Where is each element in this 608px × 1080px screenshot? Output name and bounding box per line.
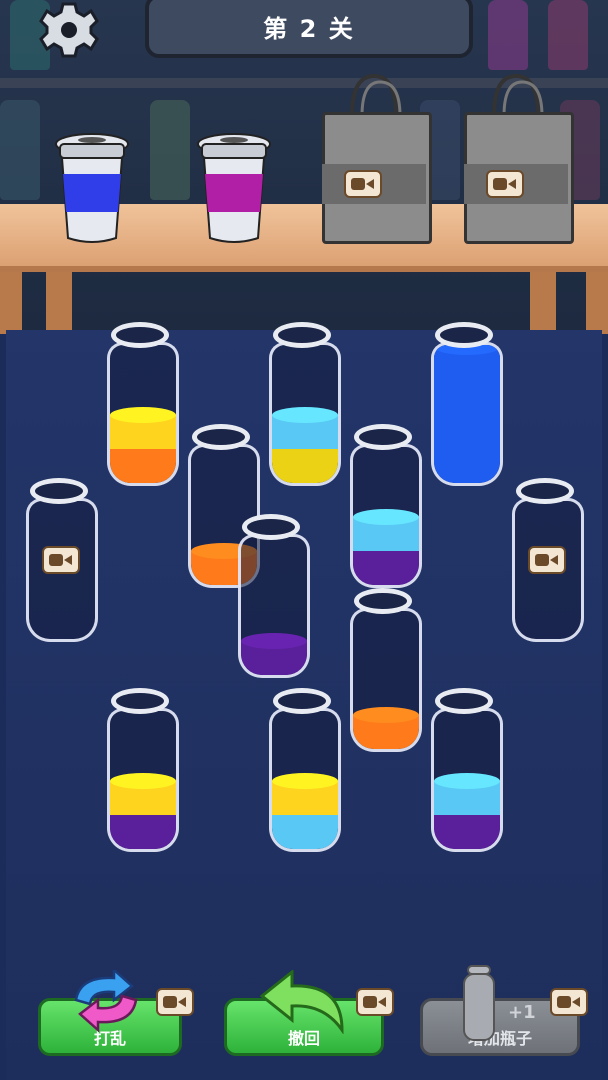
liquid-layer (434, 815, 500, 849)
tube-ring (273, 322, 331, 348)
tube[interactable] (431, 688, 503, 852)
tube-ring (273, 688, 331, 714)
video-camera-icon (156, 988, 194, 1016)
table-leg (0, 272, 22, 334)
liquid-surface (110, 407, 176, 423)
liquid-layer (434, 449, 500, 483)
level-title: 第 2 关 (145, 0, 473, 58)
locked-bag[interactable] (322, 72, 432, 244)
liquid-layer (110, 815, 176, 849)
tube-ring (435, 322, 493, 348)
tube-ring (435, 688, 493, 714)
tube[interactable] (350, 588, 422, 752)
tube-glass (431, 708, 503, 852)
tube-ring (111, 688, 169, 714)
table-leg (530, 272, 556, 334)
video-camera-icon (528, 546, 566, 574)
background-bottle (488, 0, 528, 70)
gear-icon (39, 2, 99, 58)
liquid-layer (434, 381, 500, 415)
liquid-surface (241, 633, 307, 649)
liquid-surface (434, 773, 500, 789)
tube[interactable] (350, 424, 422, 588)
tube-locked[interactable] (512, 478, 584, 642)
tube[interactable] (431, 322, 503, 486)
tube[interactable] (107, 322, 179, 486)
tube-ring (354, 588, 412, 614)
settings-button[interactable] (38, 2, 100, 58)
tube-glass (238, 534, 310, 678)
tube[interactable] (269, 322, 341, 486)
locked-bag[interactable] (464, 72, 574, 244)
background-bottle (548, 0, 588, 70)
tube-glass (431, 342, 503, 486)
video-camera-icon (550, 988, 588, 1016)
cup-blue[interactable] (52, 128, 129, 248)
tube-locked[interactable] (26, 478, 98, 642)
tube-glass (269, 342, 341, 486)
tube-ring (30, 478, 88, 504)
tube[interactable] (238, 514, 310, 678)
tube-ring (242, 514, 300, 540)
liquid-surface (272, 407, 338, 423)
undo-arrow-icon (259, 970, 344, 1034)
liquid-layer (272, 815, 338, 849)
tube-ring (192, 424, 250, 450)
liquid-layer (110, 449, 176, 483)
cup-icon (197, 133, 271, 243)
liquid-layer (353, 551, 419, 585)
video-camera-icon (344, 170, 382, 198)
tube[interactable] (269, 688, 341, 852)
liquid-surface (353, 509, 419, 525)
video-camera-icon (42, 546, 80, 574)
tube[interactable] (107, 688, 179, 852)
tube-ring (354, 424, 412, 450)
liquid-layer (434, 415, 500, 449)
background-bottle (150, 100, 190, 200)
video-camera-icon (356, 988, 394, 1016)
tube-glass (269, 708, 341, 852)
liquid-surface (110, 773, 176, 789)
table-leg (586, 272, 608, 334)
liquid-surface (353, 707, 419, 723)
tube-glass (107, 342, 179, 486)
liquid-layer (272, 449, 338, 483)
background-bottle (0, 100, 40, 200)
tube-ring (111, 322, 169, 348)
tube-ring (516, 478, 574, 504)
liquid-surface (272, 773, 338, 789)
video-camera-icon (486, 170, 524, 198)
table-leg (46, 272, 72, 334)
tube-glass (350, 444, 422, 588)
add-bottle-badge: +1 (508, 1002, 536, 1023)
tube-glass (107, 708, 179, 852)
cup-magenta[interactable] (194, 128, 271, 248)
tube-glass (350, 608, 422, 752)
cup-icon (55, 133, 129, 243)
bottle-icon (463, 965, 495, 1041)
shuffle-arrows-icon (74, 970, 138, 1032)
